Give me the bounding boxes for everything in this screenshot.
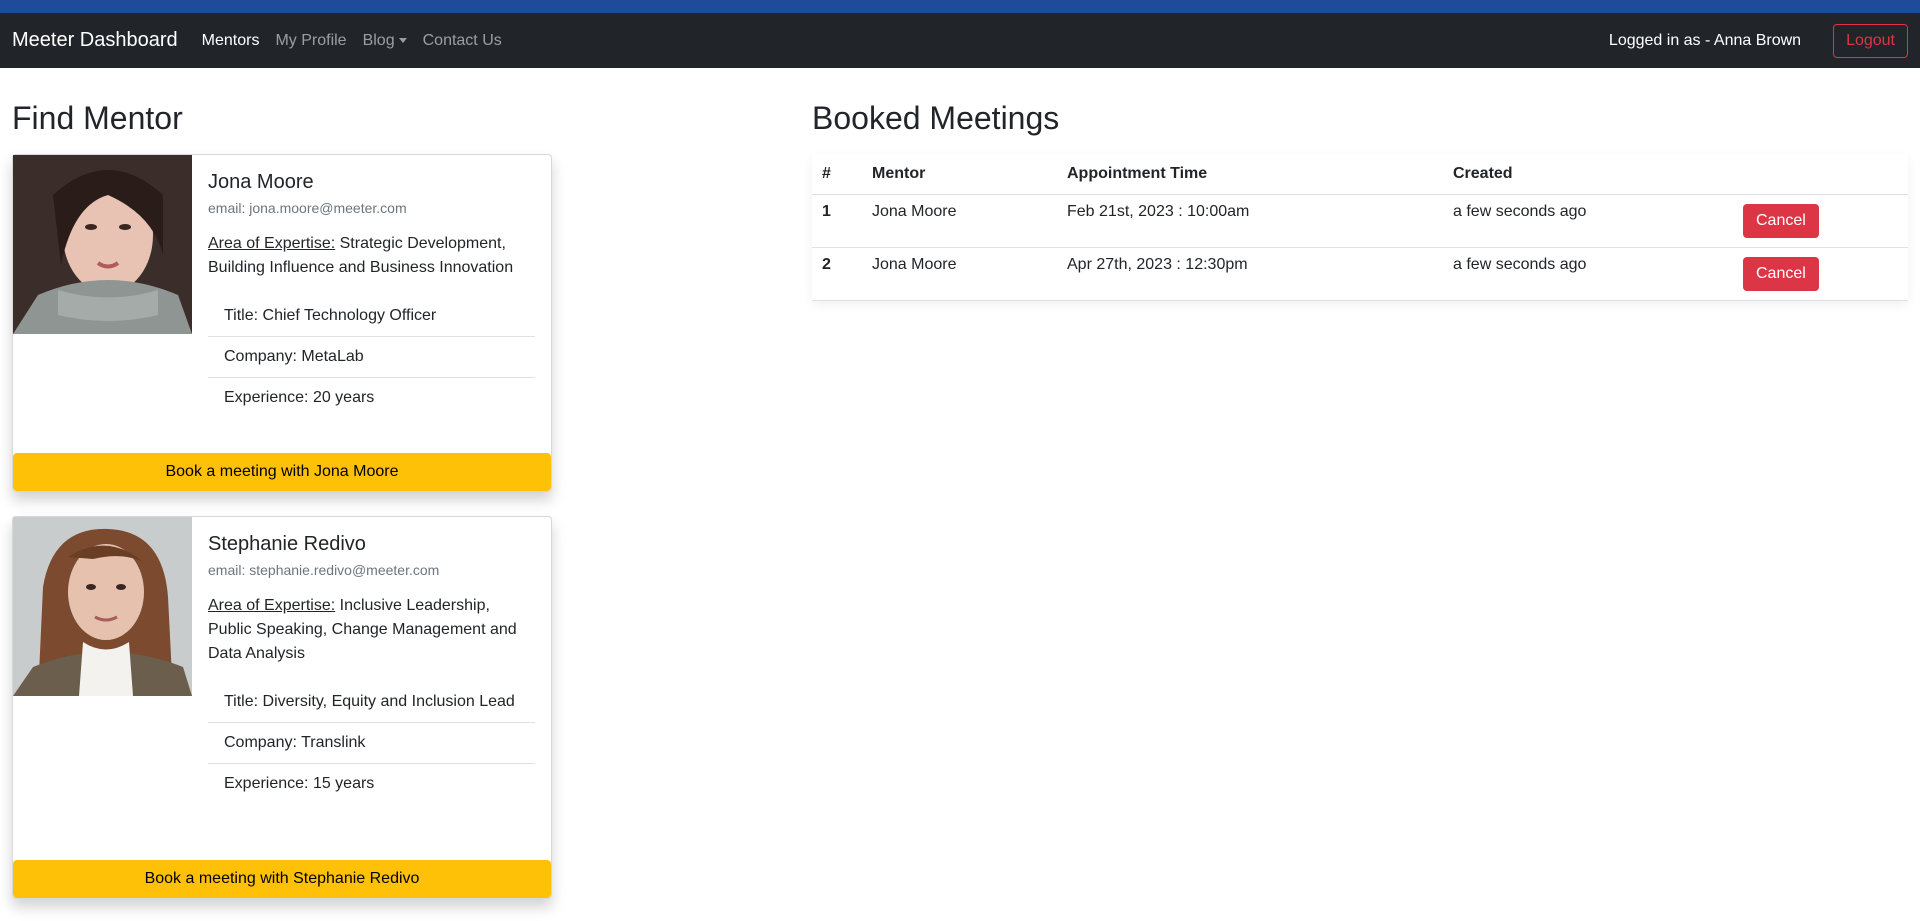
cancel-button[interactable]: Cancel	[1743, 204, 1819, 238]
mentor-name: Stephanie Redivo	[208, 533, 366, 555]
row-time: Feb 21st, 2023 : 10:00am	[1057, 194, 1443, 248]
row-number: 1	[812, 194, 862, 248]
row-actions: Cancel	[1733, 194, 1908, 248]
browser-top-strip	[0, 0, 1920, 13]
mentor-name: Jona Moore	[208, 171, 314, 193]
row-created: a few seconds ago	[1443, 194, 1733, 248]
nav-contact-us[interactable]: Contact Us	[423, 32, 502, 50]
expertise-label: Area of Expertise:	[208, 597, 336, 614]
mentor-expertise: Area of Expertise: Inclusive Leadership,…	[208, 594, 535, 666]
table-header-row: # Mentor Appointment Time Created	[812, 154, 1908, 195]
row-mentor: Jona Moore	[862, 194, 1057, 248]
book-meeting-button[interactable]: Book a meeting with Stephanie Redivo	[13, 860, 551, 898]
mentor-photo	[13, 517, 192, 696]
row-actions: Cancel	[1733, 247, 1908, 301]
mentor-photo	[13, 155, 192, 334]
row-mentor: Jona Moore	[862, 247, 1057, 301]
table-row: 2 Jona Moore Apr 27th, 2023 : 12:30pm a …	[812, 247, 1908, 301]
mentor-experience: Experience: 20 years	[224, 389, 375, 406]
meetings-table-wrapper: # Mentor Appointment Time Created 1 Jona…	[812, 154, 1908, 301]
find-mentor-heading: Find Mentor	[12, 100, 183, 136]
mentor-email: email: stephanie.redivo@meeter.com	[208, 562, 440, 578]
meetings-table: # Mentor Appointment Time Created 1 Jona…	[812, 154, 1908, 301]
mentor-card: Jona Moore email: jona.moore@meeter.com …	[12, 154, 552, 492]
brand-link[interactable]: Meeter Dashboard	[12, 29, 178, 52]
mentor-card-body: Jona Moore email: jona.moore@meeter.com …	[208, 155, 535, 418]
book-meeting-button[interactable]: Book a meeting with Jona Moore	[13, 453, 551, 491]
navbar: Meeter Dashboard Mentors My Profile Blog…	[0, 13, 1920, 68]
mentor-email: email: jona.moore@meeter.com	[208, 200, 407, 216]
col-number: #	[812, 154, 862, 195]
col-created: Created	[1443, 154, 1733, 195]
row-time: Apr 27th, 2023 : 12:30pm	[1057, 247, 1443, 301]
mentor-company: Company: MetaLab	[208, 337, 535, 378]
col-appointment-time: Appointment Time	[1057, 154, 1443, 195]
mentor-experience: Experience: 15 years	[224, 775, 375, 792]
mentor-details-list: Title: Diversity, Equity and Inclusion L…	[208, 682, 535, 804]
col-actions	[1733, 154, 1908, 195]
logged-in-text: Logged in as - Anna Brown	[1608, 31, 1802, 49]
mentor-title: Title: Diversity, Equity and Inclusion L…	[208, 682, 535, 723]
caret-down-icon	[398, 37, 407, 43]
mentor-card: Stephanie Redivo email: stephanie.redivo…	[12, 516, 552, 899]
mentor-details-list: Title: Chief Technology Officer Company:…	[208, 296, 535, 418]
nav-mentors[interactable]: Mentors	[202, 32, 260, 50]
mentor-company: Company: Translink	[208, 723, 535, 764]
col-mentor: Mentor	[862, 154, 1057, 195]
nav-blog-label: Blog	[362, 31, 395, 49]
table-row: 1 Jona Moore Feb 21st, 2023 : 10:00am a …	[812, 194, 1908, 248]
booked-meetings-heading: Booked Meetings	[812, 100, 1060, 136]
nav-my-profile[interactable]: My Profile	[275, 32, 346, 50]
mentor-title: Title: Chief Technology Officer	[208, 296, 535, 337]
mentor-expertise: Area of Expertise: Strategic Development…	[208, 232, 535, 280]
expertise-label: Area of Expertise:	[208, 235, 336, 252]
row-number: 2	[812, 247, 862, 301]
nav-blog-dropdown[interactable]: Blog	[363, 32, 407, 50]
mentor-card-body: Stephanie Redivo email: stephanie.redivo…	[208, 517, 535, 804]
logout-button[interactable]: Logout	[1833, 23, 1908, 58]
cancel-button[interactable]: Cancel	[1743, 257, 1819, 291]
row-created: a few seconds ago	[1443, 247, 1733, 301]
